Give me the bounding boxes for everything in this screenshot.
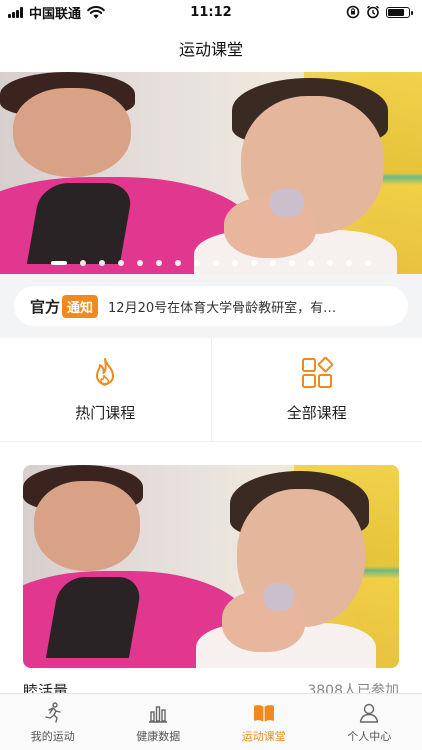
all-courses-button[interactable]: 全部课程	[210, 338, 422, 441]
grid-icon	[300, 356, 334, 394]
notice-bar[interactable]: 官方 通知 12月20号在体育大学骨龄教研室，有…	[14, 286, 408, 326]
carousel-dot[interactable]	[270, 260, 276, 266]
bar-chart-icon	[149, 705, 168, 723]
carousel-dot[interactable]	[213, 260, 219, 266]
tab-label: 个人中心	[347, 729, 392, 743]
person-icon	[360, 703, 379, 723]
hot-courses-button[interactable]: 热门课程	[0, 338, 211, 441]
notice-prefix: 官方	[30, 297, 61, 316]
status-left: 中国联通	[8, 3, 105, 22]
banner-photo	[0, 72, 422, 274]
notice-badge: 通知	[62, 294, 99, 318]
carousel-dot[interactable]	[346, 260, 352, 266]
status-right	[346, 5, 413, 19]
carousel-dot-active[interactable]	[51, 261, 67, 265]
book-icon	[253, 704, 274, 722]
page-title: 运动课堂	[0, 24, 422, 72]
tab-label: 健康数据	[136, 729, 181, 743]
all-courses-label: 全部课程	[286, 404, 347, 422]
carousel-dot[interactable]	[80, 260, 86, 266]
tab-health-data[interactable]: 健康数据	[106, 694, 212, 750]
section-spacer	[0, 442, 422, 464]
category-entries: 热门课程 全部课程	[0, 338, 422, 442]
carousel-dot[interactable]	[194, 260, 200, 266]
tab-profile[interactable]: 个人中心	[317, 694, 422, 750]
carousel-dot[interactable]	[137, 260, 143, 266]
tab-sport-class[interactable]: 运动课堂	[211, 694, 317, 750]
app-screen: 中国联通 11:12 运动课堂 官方 通知 12月20号在体育大学骨龄教研室，有…	[0, 0, 422, 750]
tab-label: 我的运动	[30, 729, 75, 743]
tab-bar: 我的运动 健康数据 运动课堂 个人中心	[0, 693, 422, 750]
notice-tag: 官方 通知	[30, 294, 99, 318]
carousel-dot[interactable]	[156, 260, 162, 266]
flame-icon	[88, 356, 122, 394]
carousel-indicator	[0, 260, 422, 266]
banner-carousel[interactable]	[0, 72, 422, 274]
hot-courses-label: 热门课程	[75, 404, 136, 422]
carrier-label: 中国联通	[29, 6, 82, 22]
tab-label: 运动课堂	[241, 729, 286, 743]
carousel-dot[interactable]	[365, 260, 371, 266]
signal-icon	[8, 6, 23, 18]
carousel-dot[interactable]	[232, 260, 238, 266]
notice-text: 12月20号在体育大学骨龄教研室，有…	[108, 300, 337, 316]
tab-my-sport[interactable]: 我的运动	[0, 694, 106, 750]
course-card[interactable]	[23, 465, 399, 668]
notice-area: 官方 通知 12月20号在体育大学骨龄教研室，有…	[0, 274, 422, 338]
alarm-icon	[366, 5, 380, 19]
carousel-dot[interactable]	[308, 260, 314, 266]
carousel-dot[interactable]	[99, 260, 105, 266]
wifi-icon	[87, 5, 105, 18]
carousel-dot[interactable]	[118, 260, 124, 266]
status-bar: 中国联通 11:12	[0, 0, 422, 24]
runner-icon	[45, 701, 61, 723]
carousel-dot[interactable]	[175, 260, 181, 266]
battery-icon	[386, 6, 413, 18]
carousel-dot[interactable]	[251, 260, 257, 266]
rotation-lock-icon	[346, 5, 360, 19]
carousel-dot[interactable]	[327, 260, 333, 266]
course-cover-image	[23, 465, 399, 668]
carousel-dot[interactable]	[289, 260, 295, 266]
